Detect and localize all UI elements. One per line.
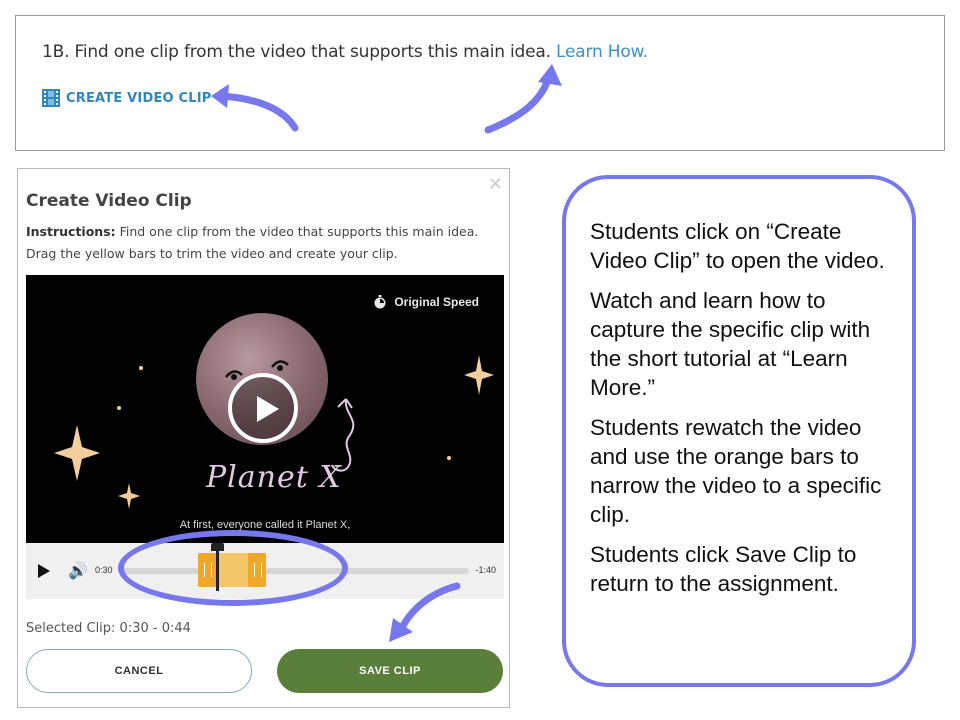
instructions-label: Instructions: (26, 224, 116, 239)
volume-icon[interactable]: 🔊 (68, 561, 88, 581)
star-icon (464, 355, 494, 395)
star-icon (117, 406, 121, 410)
create-video-clip-label: CREATE VIDEO CLIP (66, 90, 212, 106)
stopwatch-icon (374, 295, 386, 309)
prompt-question: 1B. Find one clip from the video that su… (42, 42, 557, 62)
play-video-button[interactable] (228, 373, 298, 443)
cancel-button[interactable]: CANCEL (26, 649, 252, 693)
playback-speed-button[interactable]: Original Speed (374, 295, 479, 309)
star-icon (54, 425, 100, 481)
instructions: Instructions: Find one clip from the vid… (26, 221, 496, 265)
modal-title: Create Video Clip (26, 191, 192, 211)
instructions-callout: Students click on “Create Video Clip” to… (562, 175, 916, 687)
callout-paragraph: Students click Save Clip to return to th… (590, 542, 857, 596)
close-icon[interactable]: × (488, 173, 503, 194)
play-icon[interactable] (38, 564, 50, 578)
timeline-highlight-ellipse (118, 530, 348, 606)
curved-arrow-icon (211, 84, 299, 132)
prompt-text: 1B. Find one clip from the video that su… (42, 42, 648, 62)
speed-label: Original Speed (394, 295, 479, 309)
film-icon (42, 89, 60, 107)
callout-paragraph: Students rewatch the video and use the o… (590, 415, 882, 527)
callout-paragraph: Watch and learn how to capture the speci… (590, 288, 871, 400)
video-caption: At first, everyone called it Planet X, (179, 519, 351, 531)
save-clip-button[interactable]: SAVE CLIP (277, 649, 503, 693)
current-time: 0:30 (95, 565, 113, 575)
video-player[interactable]: Original Speed Planet X At first, everyo… (26, 275, 504, 543)
video-title-text: Planet X (206, 460, 342, 495)
selected-clip-range: Selected Clip: 0:30 - 0:44 (26, 621, 191, 636)
learn-how-link[interactable]: Learn How. (556, 42, 648, 62)
curved-arrow-icon (389, 582, 461, 642)
remaining-time: -1:40 (475, 565, 496, 575)
callout-paragraph: Students click on “Create Video Clip” to… (590, 219, 885, 273)
star-icon (447, 456, 451, 460)
create-video-clip-button[interactable]: CREATE VIDEO CLIP (42, 89, 212, 107)
curved-arrow-icon (484, 64, 562, 134)
star-icon (118, 483, 140, 509)
star-icon (139, 366, 143, 370)
